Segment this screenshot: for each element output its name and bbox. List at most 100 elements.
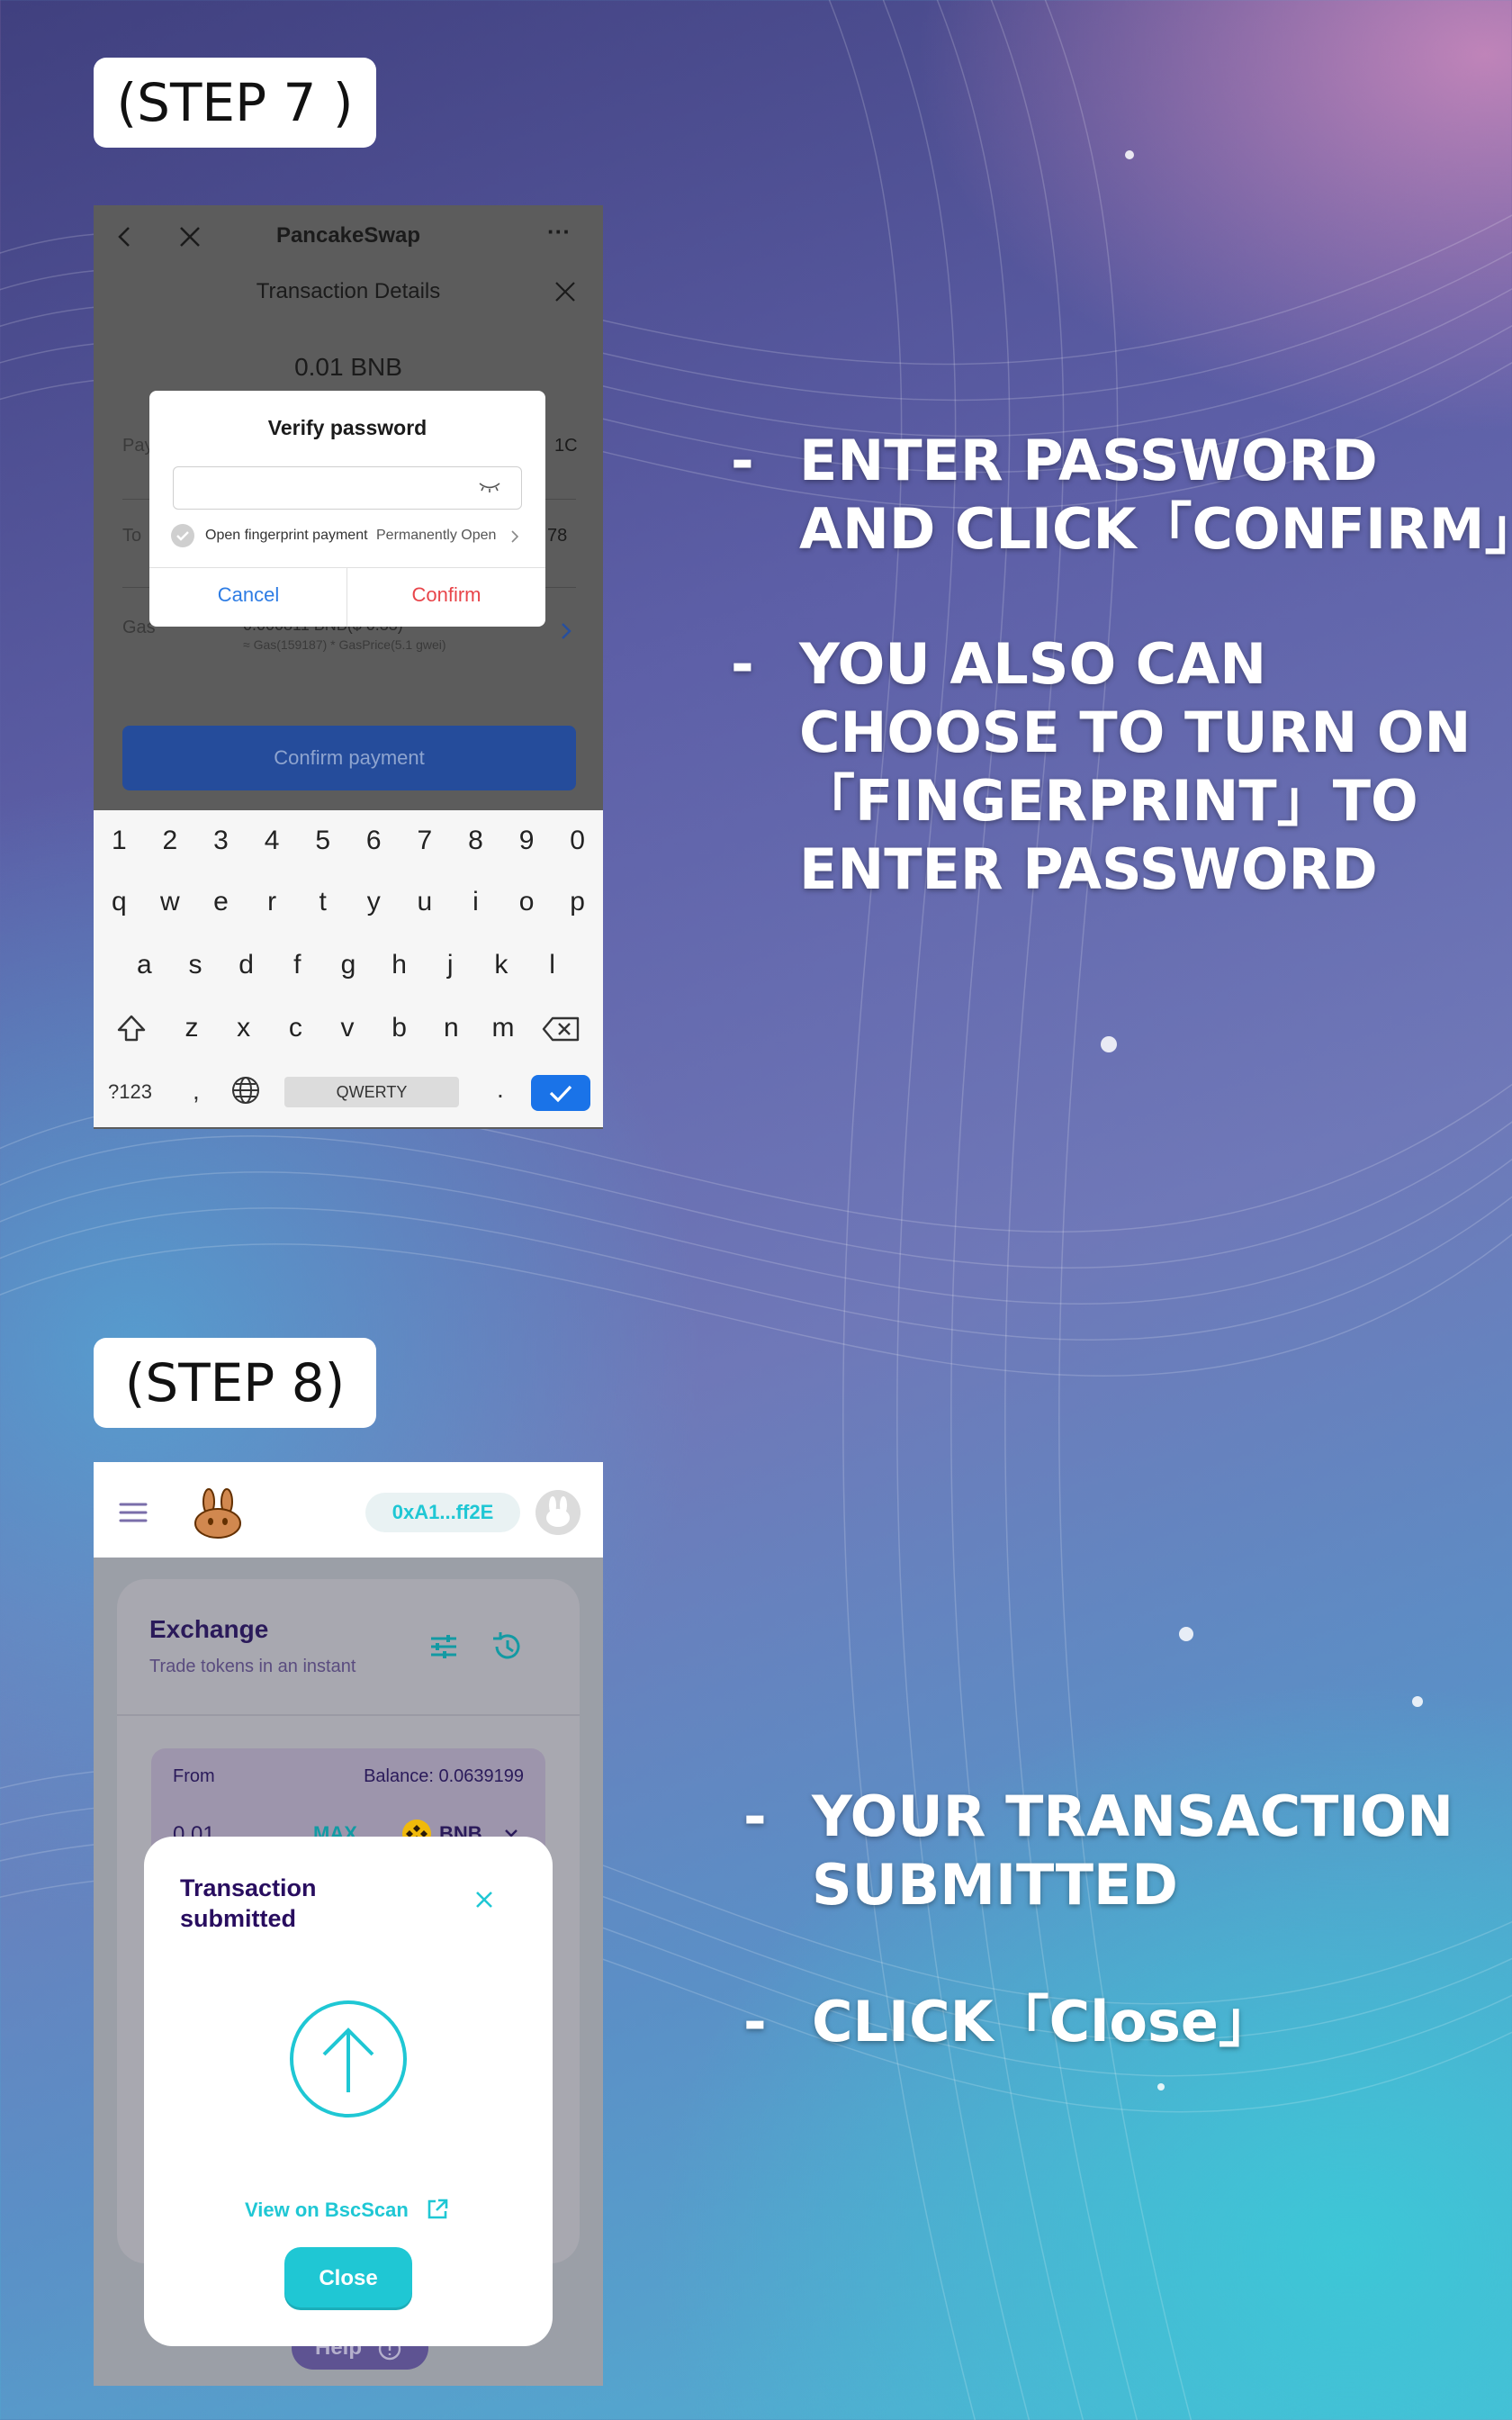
wallet-address-button[interactable]: 0xA1...ff2E (365, 1493, 520, 1532)
settings-sliders-icon[interactable] (428, 1631, 459, 1662)
number-key[interactable]: 0 (555, 826, 600, 856)
balance-label: Balance: 0.0639199 (364, 1766, 524, 1786)
cancel-button[interactable]: Cancel (149, 583, 347, 607)
letter-key[interactable]: h (377, 950, 422, 980)
letter-key[interactable]: v (325, 1013, 370, 1043)
number-key[interactable]: 9 (504, 826, 549, 856)
letter-key[interactable]: g (326, 950, 371, 980)
bullet-dash: - (743, 1783, 767, 1849)
number-key[interactable]: 7 (402, 826, 447, 856)
letter-key[interactable]: e (198, 887, 243, 917)
number-row: 1234567890 (94, 823, 603, 859)
letter-key[interactable]: s (173, 950, 218, 980)
period-key[interactable]: . (497, 1075, 504, 1104)
confirm-button[interactable]: Confirm (347, 583, 545, 607)
step-8-label: (STEP 8) (94, 1338, 376, 1428)
menu-icon[interactable] (119, 1502, 148, 1523)
letter-key[interactable]: t (301, 887, 346, 917)
letter-row-2: asdfghjkl (94, 947, 603, 983)
comma-key[interactable]: , (193, 1077, 200, 1106)
globe-icon[interactable] (230, 1075, 261, 1106)
close-icon[interactable] (473, 1889, 495, 1910)
instruction-text: YOU ALSO CAN CHOOSE TO TURN ON 「FINGERPR… (799, 631, 1472, 902)
bullet-dash: - (731, 631, 754, 697)
number-key[interactable]: 3 (198, 826, 243, 856)
gas-row-detail: ≈ Gas(159187) * GasPrice(5.1 gwei) (243, 637, 446, 652)
letter-key[interactable]: l (530, 950, 575, 980)
bullet-dash: - (731, 428, 754, 493)
letter-key[interactable]: q (96, 887, 141, 917)
letter-key[interactable]: k (479, 950, 524, 980)
check-circle-icon (176, 531, 189, 541)
letter-key[interactable]: x (221, 1013, 266, 1043)
avatar-icon[interactable] (535, 1489, 581, 1536)
sheet-close-icon[interactable] (554, 281, 576, 302)
amount: 0.01 BNB (294, 353, 402, 381)
number-key[interactable]: 5 (301, 826, 346, 856)
modal-title: Transaction submitted (180, 1874, 317, 1932)
pay-row-value: 1C (554, 436, 578, 456)
exchange-title: Exchange (149, 1615, 269, 1643)
letter-key[interactable]: j (428, 950, 472, 980)
sheet-title: Transaction Details (256, 279, 441, 303)
back-arrow-icon[interactable] (113, 225, 137, 248)
more-icon[interactable]: ··· (547, 218, 571, 246)
bullet-dash: - (743, 1989, 767, 2054)
dialog-divider (149, 567, 545, 568)
symbols-key[interactable]: ?123 (108, 1080, 152, 1104)
instruction-text: CLICK「Close」 (812, 1989, 1274, 2054)
password-input[interactable] (173, 466, 522, 510)
letter-key[interactable]: b (377, 1013, 422, 1043)
history-icon[interactable] (490, 1631, 522, 1662)
bunny-logo-icon[interactable] (193, 1487, 243, 1540)
fingerprint-label: Open fingerprint payment (205, 528, 368, 543)
letter-key[interactable]: u (402, 887, 447, 917)
number-key[interactable]: 8 (453, 826, 498, 856)
instruction-text: ENTER PASSWORD AND CLICK「CONFIRM」 (799, 428, 1512, 562)
letter-key[interactable]: n (428, 1013, 473, 1043)
letter-key[interactable]: i (453, 887, 498, 917)
gas-chevron-right-icon[interactable] (560, 621, 572, 641)
verify-password-dialog: Verify password Open fingerprint payment… (149, 391, 545, 627)
enter-key[interactable] (531, 1075, 590, 1111)
letter-key[interactable]: d (224, 950, 269, 980)
close-button[interactable]: Close (284, 2247, 412, 2310)
external-link-icon[interactable] (425, 2197, 450, 2222)
letter-key[interactable]: r (249, 887, 294, 917)
step-8-phone-screenshot: 0xA1...ff2E Exchange Trade tokens in an … (94, 1462, 603, 2386)
step-8-instruction-1: - YOUR TRANSACTION SUBMITTED (743, 1783, 1499, 1927)
letter-row-1: qwertyuiop (94, 884, 603, 920)
number-key[interactable]: 2 (148, 826, 193, 856)
number-key[interactable]: 1 (96, 826, 141, 856)
letter-key[interactable]: o (504, 887, 549, 917)
letter-key[interactable]: a (122, 950, 166, 980)
to-row-label: To (122, 526, 142, 546)
letter-row-3: zxcvbnm (169, 1010, 526, 1046)
letter-key[interactable]: w (148, 887, 193, 917)
view-on-bscscan-link[interactable]: View on BscScan (245, 2199, 409, 2222)
letter-key[interactable]: m (481, 1013, 526, 1043)
check-icon (549, 1085, 572, 1103)
number-key[interactable]: 6 (351, 826, 396, 856)
letter-key[interactable]: p (555, 887, 600, 917)
shift-icon[interactable] (115, 1012, 148, 1044)
number-key[interactable]: 4 (249, 826, 294, 856)
letter-key[interactable]: y (351, 887, 396, 917)
browser-top-bar: PancakeSwap ··· (94, 205, 603, 266)
backspace-icon[interactable] (542, 1016, 581, 1043)
step-7-label: (STEP 7 ) (94, 58, 376, 148)
letter-key[interactable]: c (273, 1013, 318, 1043)
instruction-text: YOUR TRANSACTION SUBMITTED (812, 1783, 1454, 1918)
close-icon[interactable] (178, 225, 202, 248)
transaction-submitted-modal: Transaction submitted View on BscScan Cl… (144, 1837, 553, 2346)
fingerprint-toggle[interactable] (171, 524, 194, 547)
eye-closed-icon[interactable] (478, 481, 501, 493)
card-divider (117, 1714, 580, 1716)
step-7-phone-screenshot: PancakeSwap ··· Transaction Details 0.01… (94, 205, 603, 1129)
space-key[interactable]: QWERTY (284, 1077, 459, 1107)
letter-key[interactable]: z (169, 1013, 214, 1043)
app-title: PancakeSwap (275, 223, 421, 248)
fingerprint-action-link[interactable]: Permanently Open (376, 528, 496, 544)
letter-key[interactable]: f (274, 950, 320, 980)
confirm-payment-button[interactable]: Confirm payment (122, 726, 576, 790)
